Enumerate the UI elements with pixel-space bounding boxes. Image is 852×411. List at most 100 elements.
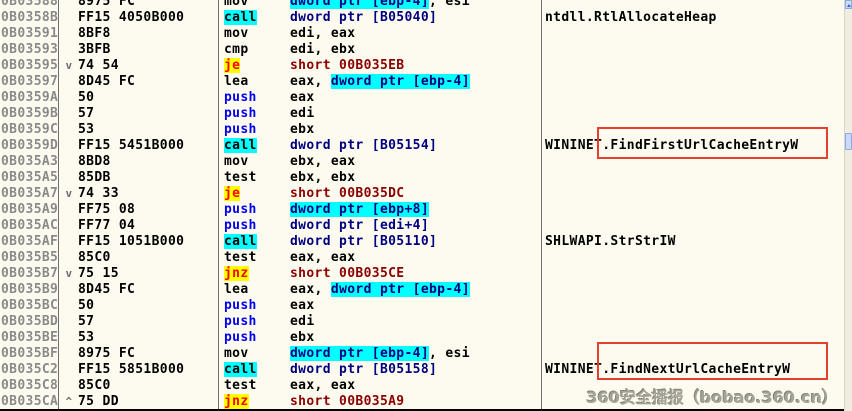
annotation-red-box-findfirsturlcacheentryw [597,127,828,159]
address-cell: 0B035C8 [1,378,58,394]
opcode-bytes-cell: 85C0 [78,378,111,394]
scrollbar-thumb[interactable] [845,133,852,150]
disasm-row[interactable]: 0B035888975 FCmovdword ptr [ebp-4], esi [0,0,852,10]
mnemonic: mov [224,346,249,361]
operand-segment: edi, ebx [290,42,355,57]
operands-cell: dword ptr [B05158] [290,362,437,378]
disasm-row[interactable]: 0B035A7v74 33jeshort 00B035DC [0,186,852,202]
disasm-row[interactable]: 0B035B7v75 15jnzshort 00B035CE [0,266,852,282]
address-cell: 0B03588 [1,0,58,10]
mnemonic-cell: call [224,10,257,26]
mnemonic: push [224,218,257,233]
mnemonic: je [224,186,240,201]
address-cell: 0B03591 [1,26,58,42]
mnemonic: push [224,106,257,121]
column-divider-comment [541,0,542,409]
opcode-bytes-cell: 8975 FC [78,0,135,10]
opcode-bytes-cell: FF15 4050B000 [78,10,184,26]
operands-cell: edi, eax [290,26,355,42]
disasm-row[interactable]: 0B0359A50pusheax [0,90,852,106]
operands-cell: eax [290,90,315,106]
mnemonic-cell: lea [224,282,249,298]
disasm-row[interactable]: 0B035B98D45 FCleaeax, dword ptr [ebp-4] [0,282,852,298]
opcode-bytes-cell: 3BFB [78,42,111,58]
operands-cell: dword ptr [B05154] [290,138,437,154]
scroll-up-arrow-icon [847,4,851,7]
address-cell: 0B035BE [1,330,58,346]
mnemonic-cell: je [224,58,240,74]
operand-segment: short 00B035A9 [290,394,404,409]
opcode-bytes-cell: 74 54 [78,58,119,74]
mnemonic-cell: mov [224,0,249,10]
opcode-bytes-cell: 8D45 FC [78,74,135,90]
disasm-row[interactable]: 0B035A9FF75 08pushdword ptr [ebp+8] [0,202,852,218]
disasm-row[interactable]: 0B0358BFF15 4050B000calldword ptr [B0504… [0,10,852,26]
jump-arrow-slot [62,74,76,90]
disasm-row[interactable]: 0B035AF FF15 1051B000 call dword ptr [B0511… [0,234,852,250]
disasm-row[interactable]: 0B035978D45 FCleaeax, dword ptr [ebp-4] [0,74,852,90]
opcode-bytes-cell: 85DB [78,170,111,186]
operand-segment: dword ptr [B05158] [290,362,437,377]
disasm-row[interactable]: 0B035BC50pusheax [0,298,852,314]
address-cell: 0B035BC [1,298,58,314]
address-cell: 0B035BD [1,314,58,330]
disasm-row[interactable]: 0B035933BFBcmpedi, ebx [0,42,852,58]
jump-down-arrow-icon: v [62,58,76,74]
mnemonic: call [224,10,257,25]
mnemonic-cell: test [224,378,257,394]
operands-cell: eax, eax [290,378,355,394]
operands-cell: edi [290,106,315,122]
mnemonic: mov [224,0,249,9]
mnemonic-cell: mov [224,154,249,170]
disasm-row[interactable]: 0B035BD57pushedi [0,314,852,330]
opcode-bytes-cell: FF15 5851B000 [78,362,184,378]
operand-segment: dword ptr [ebp-4] [290,0,429,9]
operands-cell: ebx [290,330,315,346]
mnemonic-cell: push [224,122,257,138]
address-cell: 0B035CA [1,394,58,410]
operands-cell: dword ptr [ebp-4], esi [290,346,470,362]
disasm-row[interactable]: 0B035ACFF77 04pushdword ptr [edi+4] [0,218,852,234]
vertical-scrollbar[interactable] [844,0,852,411]
mnemonic-cell: test [224,250,257,266]
jump-arrow-slot [62,42,76,58]
mnemonic-cell: test [224,170,257,186]
address-cell: 0B035AF [1,234,58,250]
disasm-row[interactable]: 0B0359B57pushedi [0,106,852,122]
opcode-bytes-cell: 75 DD [78,394,119,410]
address-cell: 0B0359D [1,138,58,154]
mnemonic-cell: push [224,106,257,122]
jump-arrow-slot [62,26,76,42]
mnemonic: mov [224,26,249,41]
operands-cell: dword ptr [ebp+8] [290,202,429,218]
mnemonic: push [224,298,257,313]
operand-segment: edi [290,314,315,329]
jump-arrow-slot [62,330,76,346]
column-divider-address [58,0,59,409]
disasm-row[interactable]: 0B03595v74 54jeshort 00B035EB [0,58,852,74]
watermark-text: 360安全播报（bobao.360.cn） [586,384,838,408]
operands-cell: dword ptr [B05110] [290,234,437,250]
mnemonic: push [224,90,257,105]
mnemonic-cell: call [224,234,257,250]
operands-cell: short 00B035EB [290,58,404,74]
jump-down-arrow-icon: v [62,186,76,202]
comment-cell: SHLWAPI.StrStrIW [545,234,676,250]
scroll-up-button[interactable] [845,0,852,9]
disasm-row[interactable]: 0B035B585C0testeax, eax [0,250,852,266]
opcode-bytes-cell: FF15 1051B000 [78,234,184,250]
operand-segment: short 00B035DC [290,186,404,201]
operands-cell: eax, eax [290,250,355,266]
disasm-row[interactable]: 0B035A585DBtestebx, ebx [0,170,852,186]
mnemonic: test [224,378,257,393]
mnemonic: mov [224,154,249,169]
operand-segment: eax, eax [290,250,355,265]
mnemonic-cell: mov [224,346,249,362]
opcode-bytes-cell: 53 [78,330,94,346]
address-cell: 0B035BF [1,346,58,362]
opcode-bytes-cell: 74 33 [78,186,119,202]
disasm-row[interactable]: 0B035918BF8movedi, eax [0,26,852,42]
mnemonic: je [224,58,240,73]
address-cell: 0B0359A [1,90,58,106]
operand-segment: eax [290,90,315,105]
